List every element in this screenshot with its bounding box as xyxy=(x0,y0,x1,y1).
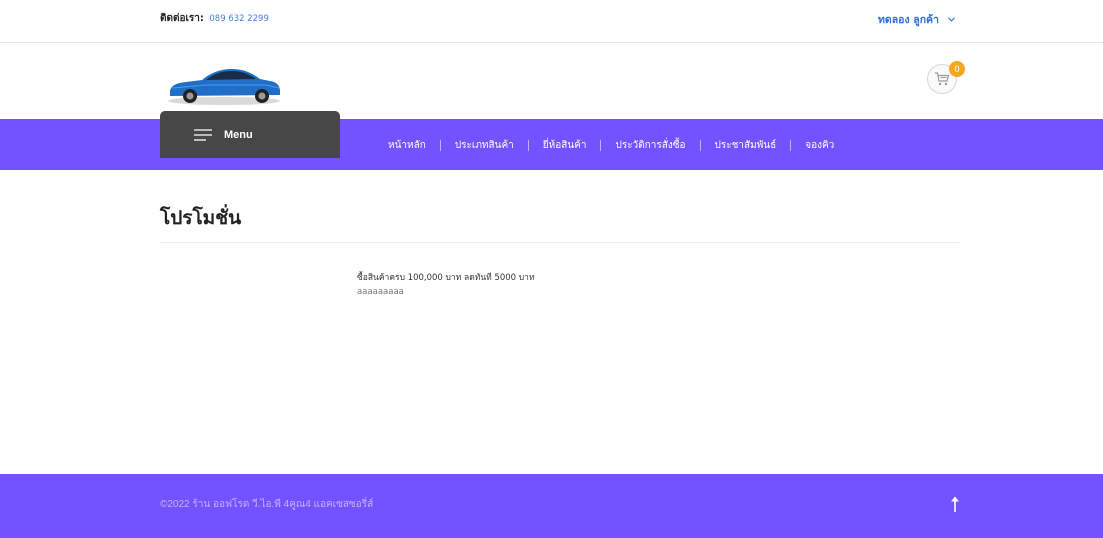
arrow-up-icon[interactable] xyxy=(949,495,961,513)
nav-item-brands[interactable]: ยี่ห้อสินค้า xyxy=(543,138,587,153)
nav-divider xyxy=(699,140,701,151)
footer-copyright: ©2022 ร้าน ออฟโรด วี.ไอ.พี 4คูณ4 แอคเซสซ… xyxy=(160,499,374,510)
contact-phone[interactable]: 089 632 2299 xyxy=(209,14,268,24)
nav-item-product-types[interactable]: ประเภทสินค้า xyxy=(455,138,514,153)
promotion-detail: aaaaaaaaa xyxy=(357,287,404,297)
menu-button[interactable]: Menu xyxy=(160,111,340,158)
nav-divider xyxy=(790,140,792,151)
title-divider xyxy=(160,242,960,243)
nav-divider xyxy=(527,140,529,151)
chevron-down-icon[interactable] xyxy=(947,15,956,24)
contact-info: ติดต่อเรา: 089 632 2299 xyxy=(160,11,269,26)
top-bar: ติดต่อเรา: 089 632 2299 ทดลอง ลูกค้า xyxy=(0,0,1103,43)
nav-divider xyxy=(600,140,602,151)
menu-label: Menu xyxy=(224,128,253,141)
hamburger-icon xyxy=(194,128,212,141)
cart-count-badge: 0 xyxy=(949,61,965,77)
nav-item-home[interactable]: หน้าหลัก xyxy=(388,138,426,153)
nav-links: หน้าหลัก ประเภทสินค้า ยี่ห้อสินค้า ประวั… xyxy=(388,138,834,153)
nav-item-booking[interactable]: จองคิว xyxy=(805,138,834,153)
contact-label: ติดต่อเรา: xyxy=(160,13,204,24)
promotion-item: ซื้อสินค้าครบ 100,000 บาท ลดทันที 5000 บ… xyxy=(357,270,557,300)
nav-item-announcements[interactable]: ประชาสัมพันธ์ xyxy=(715,138,777,153)
user-name[interactable]: ทดลอง ลูกค้า xyxy=(878,11,939,28)
page-title: โปรโมชั่น xyxy=(160,207,242,229)
nav-divider xyxy=(439,140,441,151)
user-menu[interactable]: ทดลอง ลูกค้า xyxy=(878,11,956,28)
shopping-cart-icon xyxy=(935,72,950,86)
nav-item-order-history[interactable]: ประวัติการสั่งซื้อ xyxy=(615,138,685,153)
car-logo-icon[interactable] xyxy=(166,62,282,106)
promotion-text: ซื้อสินค้าครบ 100,000 บาท ลดทันที 5000 บ… xyxy=(357,273,535,283)
